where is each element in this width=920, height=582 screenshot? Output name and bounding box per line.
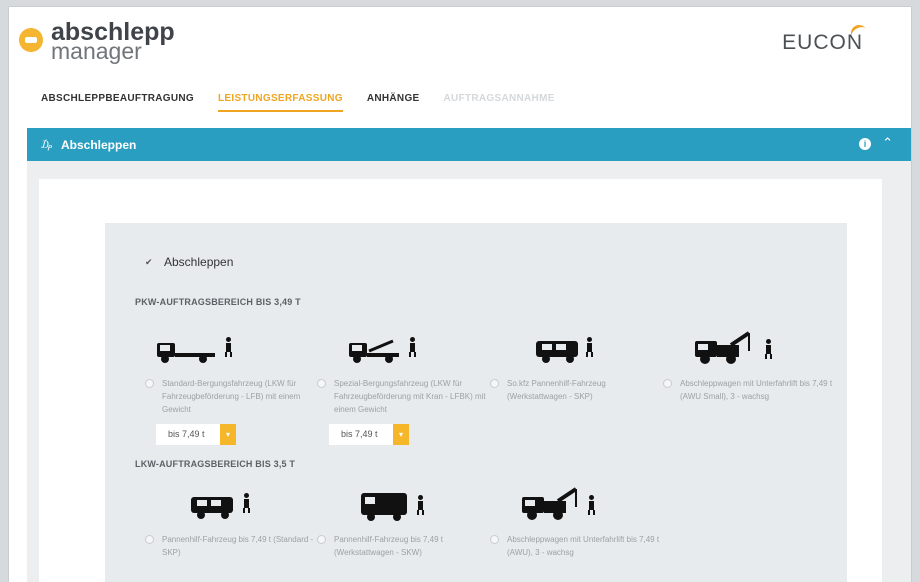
dropdown-caret-icon[interactable]: ▾ [220,424,236,445]
tab-auftragsannahme: AUFTRAGSANNAHME [443,93,555,104]
crane-flatbed-truck-icon [317,331,487,367]
section-body: ✔ Abschleppen PKW-AUFTRAGSBEREICH BIS 3,… [27,161,911,582]
pkw-option-lfb: Standard-Bergungsfahrzeug (LKW für Fahrz… [145,331,315,416]
weight-dropdown-lfbk[interactable]: bis 7,49 t ▾ [329,424,409,445]
pkw-group-title: PKW-AUFTRAGSBEREICH BIS 3,49 T [135,297,301,307]
options-panel: ✔ Abschleppen PKW-AUFTRAGSBEREICH BIS 3,… [105,223,847,582]
logo: abschlepp manager [19,20,175,63]
option-label: Abschleppwagen mit Unterfahrlift bis 7,4… [680,379,833,401]
tab-leistungserfassung[interactable]: LEISTUNGSERFASSUNG [217,93,343,112]
tab-anhaenge[interactable]: ANHÄNGE [367,93,420,112]
person-icon [409,337,416,357]
person-icon [586,337,593,357]
service-car-icon [490,331,660,367]
tab-bar: ABSCHLEPPBEAUFTRAGUNG LEISTUNGSERFASSUNG… [41,93,555,112]
lkw-option-skw: Pannenhilf-Fahrzeug bis 7,49 t (Werkstat… [317,487,487,559]
person-icon [588,495,595,515]
header: abschlepp manager EUCON [9,7,911,83]
option-label: Pannenhilf-Fahrzeug bis 7,49 t (Werkstat… [334,535,443,557]
person-icon [765,339,772,359]
lkw-option-skp: Pannenhilf-Fahrzeug bis 7,49 t (Standard… [145,487,315,559]
radio-lkw-skp[interactable] [145,535,154,544]
chevron-up-icon[interactable]: ⌃ [882,135,893,151]
abschleppen-checkbox[interactable]: ✔ Abschleppen [145,255,233,269]
option-label: So.kfz Pannenhilf-Fahrzeug (Werkstattwag… [507,379,606,401]
abschleppen-checkbox-label: Abschleppen [164,255,234,269]
flatbed-truck-icon [145,331,315,367]
radio-skp[interactable] [490,379,499,388]
tow-truck-icon [663,331,833,367]
option-label: Abschleppwagen mit Unterfahrlift bis 7,4… [507,535,660,557]
radio-lkw-skw[interactable] [317,535,326,544]
weight-dropdown-lfb[interactable]: bis 7,49 t ▾ [156,424,236,445]
dropdown-caret-icon[interactable]: ▾ [393,424,409,445]
radio-lfb[interactable] [145,379,154,388]
pkw-option-awu-small: Abschleppwagen mit Unterfahrlift bis 7,4… [663,331,833,403]
radio-lkw-awu[interactable] [490,535,499,544]
info-icon[interactable]: i [859,138,871,150]
workshop-van-icon [317,487,487,523]
service-car-icon [145,487,315,523]
dropdown-value: bis 7,49 t [329,424,393,445]
app-window: abschlepp manager EUCON ABSCHLEPPBEAUFTR… [8,6,912,582]
option-label: Standard-Bergungsfahrzeug (LKW für Fahrz… [162,379,301,414]
pkw-option-lfbk: Spezial-Bergungsfahrzeug (LKW für Fahrze… [317,331,487,416]
person-icon [417,495,424,515]
logo-badge-icon [19,28,43,52]
person-icon [225,337,232,357]
tow-truck-icon [490,487,660,523]
radio-lfbk[interactable] [317,379,326,388]
lkw-group-title: LKW-AUFTRAGSBEREICH BIS 3,5 T [135,459,296,469]
lkw-option-awu: Abschleppwagen mit Unterfahrlift bis 7,4… [490,487,660,559]
tab-abschleppbeauftragung[interactable]: ABSCHLEPPBEAUFTRAGUNG [41,93,194,112]
option-label: Pannenhilf-Fahrzeug bis 7,49 t (Standard… [162,535,314,557]
pkw-option-skp: So.kfz Pannenhilf-Fahrzeug (Werkstattwag… [490,331,660,403]
checkmark-icon: ✔ [145,256,153,267]
pin-icon: ₯ [41,138,52,151]
section-header[interactable]: ₯ Abschleppen i ⌃ [27,128,911,161]
section-card: ✔ Abschleppen PKW-AUFTRAGSBEREICH BIS 3,… [39,179,882,582]
person-icon [243,493,250,513]
dropdown-value: bis 7,49 t [156,424,220,445]
option-label: Spezial-Bergungsfahrzeug (LKW für Fahrze… [334,379,486,414]
section-title: Abschleppen [61,137,137,152]
radio-awu-small[interactable] [663,379,672,388]
